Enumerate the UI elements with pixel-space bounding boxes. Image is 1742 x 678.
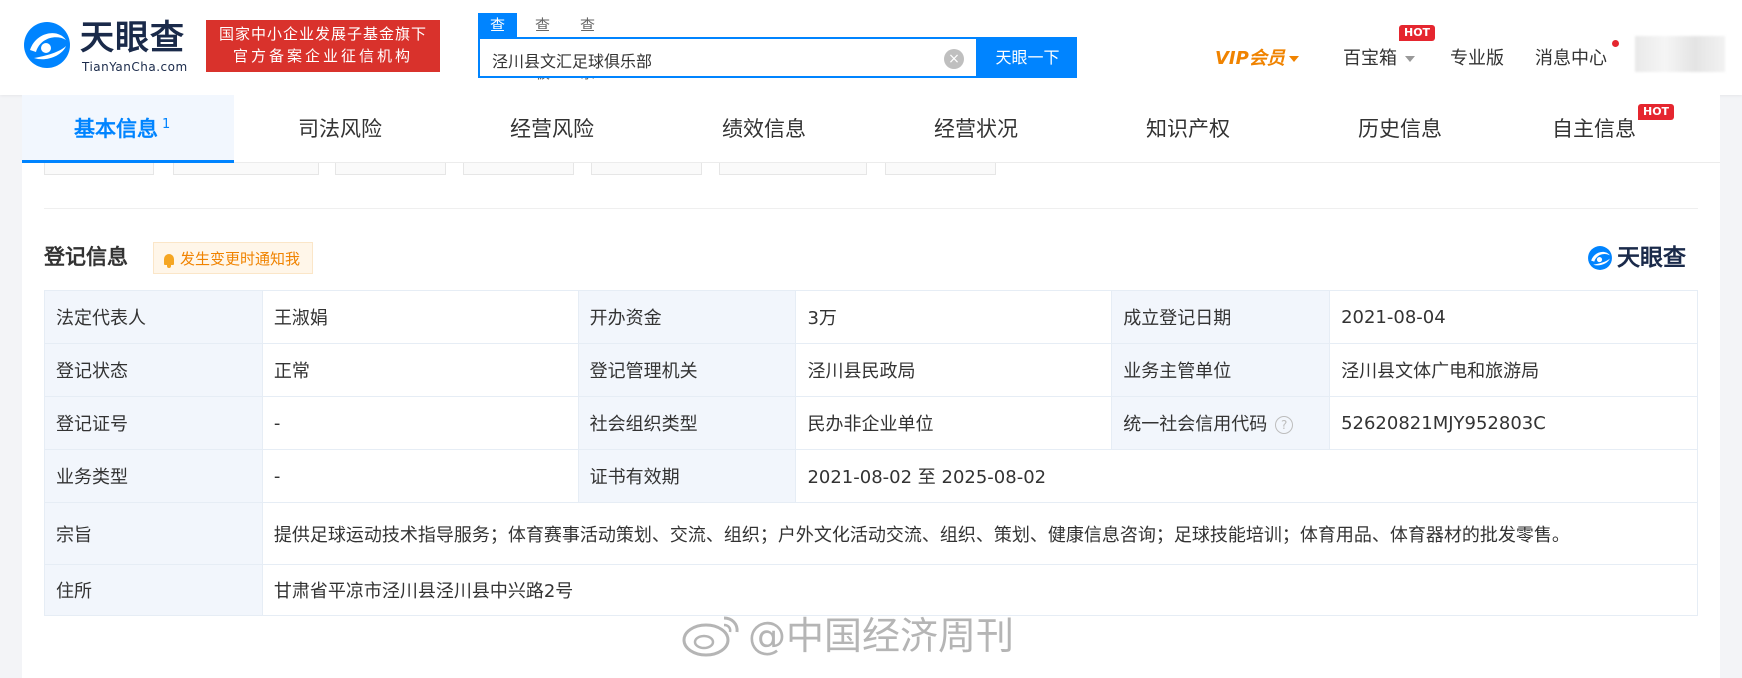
table-row: 法定代表人 王淑娟 开办资金 3万 成立登记日期 2021-08-04	[44, 290, 1698, 344]
tab-basic-info[interactable]: 基本信息 1	[22, 95, 234, 163]
notify-label: 发生变更时通知我	[180, 250, 301, 268]
table-row: 登记状态 正常 登记管理机关 泾川县民政局 业务主管单位 泾川县文体广电和旅游局	[44, 343, 1698, 397]
credit-code-value: 52620821MJY952803C	[1329, 396, 1698, 450]
hot-badge: HOT	[1399, 25, 1436, 41]
divider	[44, 208, 1698, 209]
sub-tab-placeholder	[591, 163, 702, 175]
logo-eye-icon	[1588, 246, 1612, 270]
authority-value: 泾川县民政局	[795, 343, 1113, 397]
business-type-value: -	[261, 449, 579, 503]
field-label: 证书有效期	[577, 449, 797, 503]
field-label: 统一社会信用代码	[1123, 414, 1268, 435]
certification-badge: 国家中小企业发展子基金旗下 官方备案企业征信机构	[206, 20, 440, 72]
tab-performance[interactable]: 绩效信息	[722, 95, 806, 163]
sub-tab-placeholder	[44, 163, 154, 175]
credit-code-label-cell: 统一社会信用代码?	[1111, 396, 1331, 450]
table-row: 宗旨 提供足球运动技术指导服务；体育赛事活动策划、交流、组织；户外文化活动交流、…	[44, 502, 1699, 565]
unread-dot	[1612, 40, 1619, 47]
baibao-menu[interactable]: 百宝箱	[1343, 44, 1415, 70]
search-tab-boss[interactable]: 查老板	[523, 13, 562, 82]
table-row: 登记证号 - 社会组织类型 民办非企业单位 统一社会信用代码? 52620821…	[44, 396, 1698, 450]
tab-label: 基本信息	[74, 117, 158, 141]
section-title: 登记信息	[44, 245, 128, 269]
clear-icon[interactable]: ×	[944, 49, 964, 69]
field-label: 登记管理机关	[577, 343, 797, 397]
top-header: 天眼查 TianYanCha.com 国家中小企业发展子基金旗下 官方备案企业征…	[0, 0, 1742, 95]
legal-rep-value[interactable]: 王淑娟	[261, 290, 579, 344]
field-label: 宗旨	[44, 502, 263, 565]
help-icon[interactable]: ?	[1275, 416, 1294, 434]
tab-ip[interactable]: 知识产权	[1146, 95, 1230, 163]
sub-tab-placeholder	[335, 163, 446, 175]
badge-line-1: 国家中小企业发展子基金旗下	[218, 25, 427, 43]
field-label: 业务类型	[44, 449, 263, 503]
brand-text: 天眼查	[1617, 245, 1686, 271]
purpose-value: 提供足球运动技术指导服务；体育赛事活动策划、交流、组织；户外文化活动交流、组织、…	[261, 502, 1699, 565]
field-label: 法定代表人	[44, 290, 263, 344]
field-label: 成立登记日期	[1111, 290, 1331, 344]
section-tabs: 基本信息 1 司法风险 经营风险 绩效信息 经营状况 知识产权 历史信息 自主信息	[22, 95, 1720, 163]
search-input[interactable]: 泾川县文汇足球俱乐部 ×	[478, 37, 978, 78]
org-type-value: 民办非企业单位	[795, 396, 1113, 450]
sub-tab-placeholder	[885, 163, 996, 175]
bell-icon	[164, 254, 174, 268]
weibo-icon	[682, 616, 739, 657]
search-tab-company[interactable]: 查公司	[478, 13, 518, 82]
tab-self-info[interactable]: 自主信息	[1552, 95, 1636, 163]
hot-badge: HOT	[1638, 104, 1675, 120]
message-center-link[interactable]: 消息中心	[1535, 44, 1607, 70]
main-card: 登记信息 发生变更时通知我 天眼查 法定代表人 王淑娟 开办资金 3万 成立登记…	[22, 163, 1720, 678]
vip-menu[interactable]: VIP会员	[1215, 44, 1299, 70]
chevron-down-icon	[1288, 56, 1299, 62]
vip-label: VIP会员	[1215, 48, 1285, 69]
sub-tab-placeholder	[719, 163, 867, 175]
logo-text: 天眼查	[80, 18, 185, 58]
badge-line-2: 官方备案企业征信机构	[232, 47, 413, 65]
tab-operation-risk[interactable]: 经营风险	[510, 95, 594, 163]
field-label: 社会组织类型	[577, 396, 797, 450]
field-label: 登记证号	[44, 396, 263, 450]
tab-judicial-risk[interactable]: 司法风险	[298, 95, 382, 163]
field-label: 住所	[44, 564, 263, 616]
field-label: 登记状态	[44, 343, 263, 397]
avatar[interactable]	[1635, 36, 1725, 72]
registration-table: 法定代表人 王淑娟 开办资金 3万 成立登记日期 2021-08-04 登记状态…	[44, 290, 1699, 616]
cert-validity-value: 2021-08-02 至 2025-08-02	[795, 449, 1698, 503]
notify-button[interactable]: 发生变更时通知我	[153, 242, 314, 274]
search-button[interactable]: 天眼一下	[978, 37, 1077, 78]
tab-history[interactable]: 历史信息	[1358, 95, 1442, 163]
founded-date-value: 2021-08-04	[1329, 290, 1698, 344]
field-label: 业务主管单位	[1111, 343, 1331, 397]
search-tab-relation[interactable]: 查关系	[568, 13, 607, 82]
site-logo[interactable]: 天眼查 TianYanCha.com	[22, 18, 192, 78]
watermark-text: @中国经济周刊	[748, 614, 1015, 658]
capital-value: 3万	[795, 290, 1113, 344]
reg-number-value: -	[261, 396, 579, 450]
baibao-label: 百宝箱	[1343, 48, 1397, 69]
search-input-value: 泾川县文汇足球俱乐部	[492, 52, 653, 71]
search-type-tabs: 查公司 查老板 查关系	[478, 13, 613, 82]
logo-eye-icon	[24, 22, 70, 68]
sub-tab-placeholder	[463, 163, 574, 175]
sub-tab-placeholder	[173, 163, 319, 175]
pro-link[interactable]: 专业版	[1450, 44, 1504, 70]
logo-domain: TianYanCha.com	[82, 60, 188, 74]
tab-business-status[interactable]: 经营状况	[934, 95, 1018, 163]
table-row: 业务类型 - 证书有效期 2021-08-02 至 2025-08-02	[44, 449, 1698, 503]
status-value: 正常	[261, 343, 579, 397]
field-label: 开办资金	[577, 290, 797, 344]
tab-count: 1	[162, 117, 171, 132]
chevron-down-icon	[1405, 56, 1415, 62]
supervisor-value: 泾川县文体广电和旅游局	[1329, 343, 1698, 397]
